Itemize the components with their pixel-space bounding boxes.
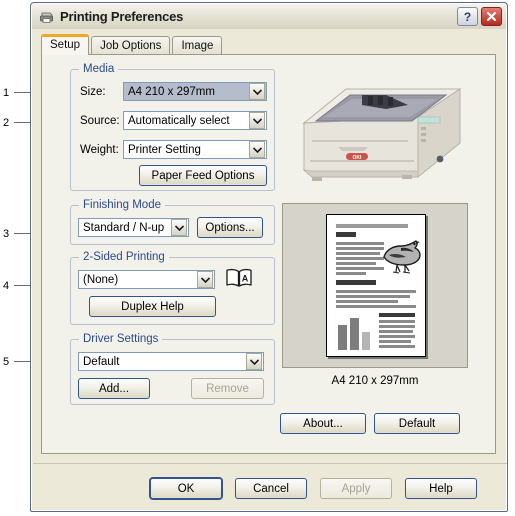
duplex-help-button[interactable]: Duplex Help [89, 296, 216, 317]
open-book-icon[interactable]: A [224, 266, 254, 295]
chevron-down-icon[interactable] [249, 112, 265, 129]
finishing-mode-combo[interactable]: Standard / N-up [78, 218, 189, 237]
add-driver-setting-button[interactable]: Add... [78, 378, 150, 399]
finishing-mode-group: Finishing Mode Standard / N-up Options..… [70, 199, 275, 245]
setup-tab-page: Media Size: A4 210 x 297mm Source: Autom… [41, 54, 496, 454]
bird-illustration [383, 240, 421, 274]
svg-text:A: A [242, 274, 249, 284]
help-titlebar-button[interactable]: ? [457, 7, 478, 26]
weight-combo-value: Printer Setting [128, 143, 201, 156]
callout-number-5: 5 [3, 356, 10, 368]
window-title-bar: Printing Preferences ? [32, 4, 506, 30]
chevron-down-icon[interactable] [197, 271, 213, 288]
driver-settings-combo-value: Default [83, 355, 120, 368]
media-group-title: Media [79, 63, 119, 75]
two-sided-printing-group-title: 2-Sided Printing [79, 251, 169, 263]
source-label: Source: [80, 115, 120, 127]
weight-label: Weight: [80, 144, 119, 156]
finishing-mode-combo-value: Standard / N-up [83, 221, 165, 234]
callout-number-1: 1 [3, 87, 10, 99]
size-combo[interactable]: A4 210 x 297mm [123, 82, 267, 101]
svg-text:OKI: OKI [353, 155, 363, 161]
source-combo-value: Automatically select [128, 114, 230, 127]
chevron-down-icon[interactable] [249, 141, 265, 158]
two-sided-combo[interactable]: (None) [78, 270, 215, 289]
size-combo-value: A4 210 x 297mm [128, 85, 215, 98]
help-button[interactable]: Help [405, 478, 477, 499]
dialog-button-bar: OK Cancel Apply Help [33, 463, 507, 510]
driver-settings-group-title: Driver Settings [79, 333, 163, 345]
chevron-down-icon[interactable] [249, 83, 265, 100]
chevron-down-icon[interactable] [246, 353, 262, 370]
printer-icon [40, 12, 53, 23]
window-client-area: Setup Job Options Image Media Size: A4 2… [32, 29, 507, 510]
close-icon [486, 11, 497, 22]
ok-button[interactable]: OK [150, 478, 222, 499]
finishing-options-button[interactable]: Options... [197, 217, 263, 238]
document-page-preview [326, 214, 426, 357]
close-button[interactable] [481, 7, 502, 26]
document-preview-panel [282, 203, 468, 368]
source-combo[interactable]: Automatically select [123, 111, 267, 130]
media-group: Media Size: A4 210 x 297mm Source: Autom… [70, 63, 275, 191]
printing-preferences-window: Printing Preferences ? Setup Job Options… [30, 2, 508, 512]
chevron-down-icon[interactable] [171, 219, 187, 236]
paper-feed-options-button[interactable]: Paper Feed Options [139, 165, 267, 186]
callout-number-3: 3 [3, 228, 10, 240]
two-sided-printing-group: 2-Sided Printing (None) A Duplex Help [70, 251, 275, 325]
driver-settings-group: Driver Settings Default Add... Remove [70, 333, 275, 405]
size-label: Size: [80, 86, 106, 98]
two-sided-combo-value: (None) [83, 273, 119, 286]
window-title: Printing Preferences [60, 9, 184, 24]
tab-setup[interactable]: Setup [41, 34, 90, 55]
preview-caption: A4 210 x 297mm [331, 375, 419, 387]
screenshot-root: 1 2 3 4 5 6 Printing Preferences ? [0, 0, 515, 516]
default-button[interactable]: Default [374, 413, 460, 434]
about-button[interactable]: About... [280, 413, 366, 434]
callout-number-4: 4 [3, 280, 10, 292]
remove-driver-setting-button: Remove [191, 378, 264, 399]
tab-image[interactable]: Image [172, 36, 223, 55]
finishing-mode-group-title: Finishing Mode [79, 199, 165, 211]
tab-job-options[interactable]: Job Options [91, 36, 171, 55]
driver-settings-combo[interactable]: Default [78, 352, 264, 371]
tab-strip: Setup Job Options Image [41, 34, 224, 55]
weight-combo[interactable]: Printer Setting [123, 140, 267, 159]
apply-button: Apply [320, 478, 392, 499]
printer-illustration: OKI [290, 65, 480, 190]
cancel-button[interactable]: Cancel [235, 478, 307, 499]
callout-number-2: 2 [3, 117, 10, 129]
